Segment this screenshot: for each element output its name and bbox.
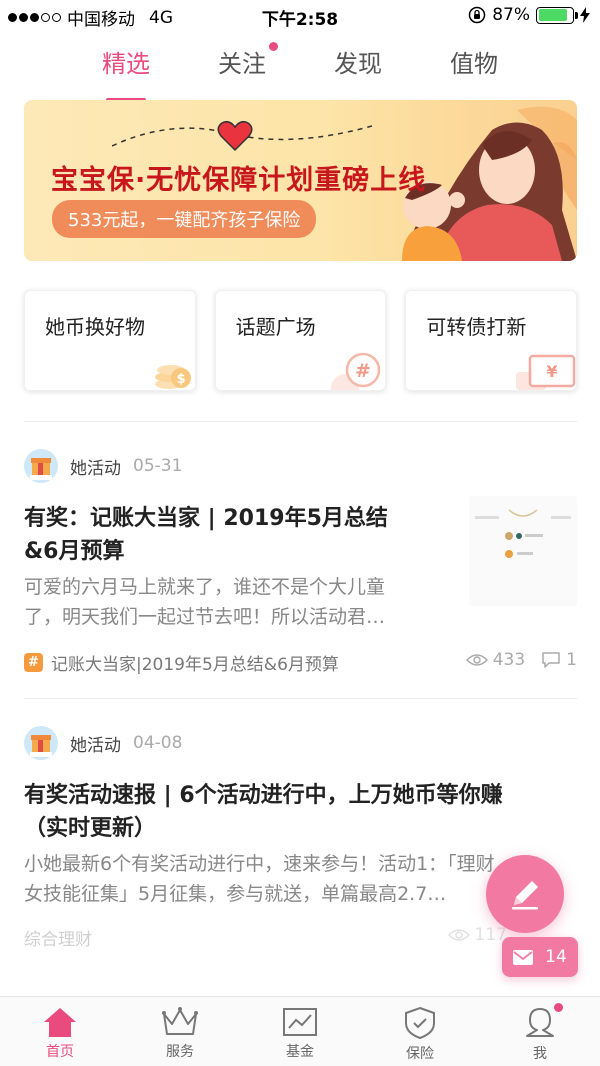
chart-icon	[283, 1008, 317, 1036]
card-label: 可转债打新	[426, 315, 527, 339]
post-stats: 117	[447, 925, 507, 945]
post-title-line: 有奖：记账大当家 | 2019年5月总结	[24, 506, 388, 531]
view-count: 433	[465, 650, 526, 670]
promo-banner[interactable]: 宝宝保·无忧保障计划重磅上线 533元起，一键配齐孩子保险	[24, 100, 577, 261]
heart-icon	[217, 120, 253, 152]
nav-label: 首页	[46, 1044, 74, 1060]
hashtag-bubble-icon: #	[331, 352, 381, 390]
tab-following[interactable]: 关注	[214, 40, 278, 90]
post-header: 她活动 04-08	[24, 725, 182, 761]
quick-entry-cards: 她币换好物 $ 话题广场 # 可转债打新 ¥	[24, 290, 578, 391]
post-topic-tag[interactable]: 综合理财	[24, 925, 92, 950]
nav-insurance[interactable]: 保险	[360, 997, 480, 1066]
mail-icon	[513, 949, 534, 965]
feed-post[interactable]: 她活动 04-08 有奖活动速报 | 6个活动进行中，上万她币等你赚 （实时更新…	[24, 725, 577, 955]
notification-dot	[269, 42, 278, 51]
shield-icon	[405, 1006, 435, 1040]
eye-icon	[447, 929, 470, 941]
nav-label: 我	[533, 1046, 547, 1062]
card-topic-square[interactable]: 话题广场 #	[214, 290, 387, 391]
home-icon	[44, 1008, 76, 1037]
post-title-line: &6月预算	[24, 539, 125, 564]
tab-discover[interactable]: 发现	[330, 40, 386, 90]
nav-label: 基金	[286, 1044, 314, 1060]
post-stats: 433 1	[465, 650, 577, 670]
svg-text:¥: ¥	[546, 362, 557, 381]
post-footer: # 记账大当家|2019年5月总结&6月预算 433 1	[24, 650, 577, 675]
tab-label: 发现	[334, 50, 382, 78]
tab-label: 值物	[450, 50, 498, 78]
post-excerpt: 可爱的六月马上就来了，谁还不是个大儿童 了，明天我们一起过节去吧！所以活动君…	[24, 572, 385, 632]
yen-ticket-icon: ¥	[516, 354, 576, 390]
svg-text:#: #	[355, 360, 371, 382]
battery-percent: 87%	[492, 5, 530, 25]
message-count: 14	[545, 947, 567, 967]
tab-label: 精选	[102, 50, 150, 78]
nav-me[interactable]: 我	[480, 997, 600, 1066]
card-label: 话题广场	[235, 315, 316, 339]
screenshot-thumbnail	[469, 496, 577, 606]
post-footer: 综合理财 117	[24, 925, 577, 950]
charging-icon	[580, 7, 590, 23]
post-thumbnail[interactable]	[469, 496, 577, 606]
avatar[interactable]	[24, 449, 58, 483]
tab-featured[interactable]: 精选	[98, 40, 154, 102]
crown-icon	[162, 1007, 198, 1035]
pencil-icon	[512, 881, 538, 910]
nav-home[interactable]: 首页	[0, 997, 120, 1066]
post-excerpt-line: 可爱的六月马上就来了，谁还不是个大儿童	[24, 576, 386, 598]
hashtag-icon: #	[24, 652, 43, 672]
view-count: 117	[447, 925, 507, 945]
tab-worth-buying[interactable]: 值物	[446, 40, 502, 90]
post-title[interactable]: 有奖活动速报 | 6个活动进行中，上万她币等你赚 （实时更新）	[24, 779, 503, 845]
svg-text:$: $	[176, 372, 185, 387]
post-title-line: 有奖活动速报 | 6个活动进行中，上万她币等你赚	[24, 783, 503, 808]
banner-title: 宝宝保·无忧保障计划重磅上线	[51, 165, 427, 196]
card-convertible-bond[interactable]: 可转债打新 ¥	[405, 290, 578, 391]
bottom-nav: 首页 服务 基金 保险 我	[0, 996, 600, 1066]
post-title[interactable]: 有奖：记账大当家 | 2019年5月总结 &6月预算	[24, 502, 388, 568]
comment-icon	[542, 652, 560, 668]
notification-dot	[554, 1003, 563, 1012]
status-right: 87%	[468, 5, 590, 25]
user-icon	[526, 1008, 554, 1037]
card-label: 她币换好物	[45, 315, 145, 339]
post-excerpt-line: 女技能征集」5月征集，参与就送，单篇最高2.7…	[24, 883, 447, 905]
post-title-line: （实时更新）	[24, 816, 157, 841]
eye-icon	[465, 654, 488, 666]
status-bar: 中国移动 4G 下午2:58 87%	[0, 0, 600, 32]
banner-subtitle: 533元起，一键配齐孩子保险	[52, 200, 317, 238]
avatar[interactable]	[24, 726, 58, 760]
coins-icon: $	[154, 365, 191, 389]
post-date: 05-31	[133, 456, 183, 476]
post-excerpt: 小她最新6个有奖活动进行中，速来参与！活动1：「理财 女技能征集」5月征集，参与…	[24, 849, 495, 909]
post-author[interactable]: 她活动	[70, 454, 121, 479]
post-divider	[24, 698, 577, 699]
card-coin-exchange[interactable]: 她币换好物 $	[24, 290, 196, 391]
post-date: 04-08	[133, 733, 183, 753]
nav-label: 服务	[166, 1044, 194, 1060]
tab-label: 关注	[218, 50, 266, 78]
post-excerpt-line: 小她最新6个有奖活动进行中，速来参与！活动1：「理财	[24, 853, 495, 875]
nav-label: 保险	[406, 1046, 434, 1062]
view-count-value: 433	[492, 650, 526, 670]
nav-services[interactable]: 服务	[120, 997, 240, 1066]
battery-icon	[536, 6, 578, 24]
nav-funds[interactable]: 基金	[240, 997, 360, 1066]
post-topic-tag[interactable]: 记账大当家|2019年5月总结&6月预算	[51, 650, 339, 675]
gift-box-icon	[30, 735, 52, 757]
post-header: 她活动 05-31	[24, 448, 182, 484]
message-button[interactable]: 14	[502, 937, 578, 977]
orientation-lock-icon	[468, 6, 486, 24]
compose-button[interactable]	[486, 855, 564, 933]
gift-box-icon	[30, 458, 52, 480]
comment-count-value: 1	[566, 650, 577, 670]
top-tabs: 精选 关注 发现 值物	[0, 40, 600, 102]
post-author[interactable]: 她活动	[70, 731, 121, 756]
section-divider	[24, 421, 577, 422]
comment-count[interactable]: 1	[541, 650, 577, 670]
post-excerpt-line: 了，明天我们一起过节去吧！所以活动君…	[24, 606, 386, 628]
feed-post[interactable]: 她活动 05-31 有奖：记账大当家 | 2019年5月总结 &6月预算 可爱的…	[24, 448, 577, 678]
